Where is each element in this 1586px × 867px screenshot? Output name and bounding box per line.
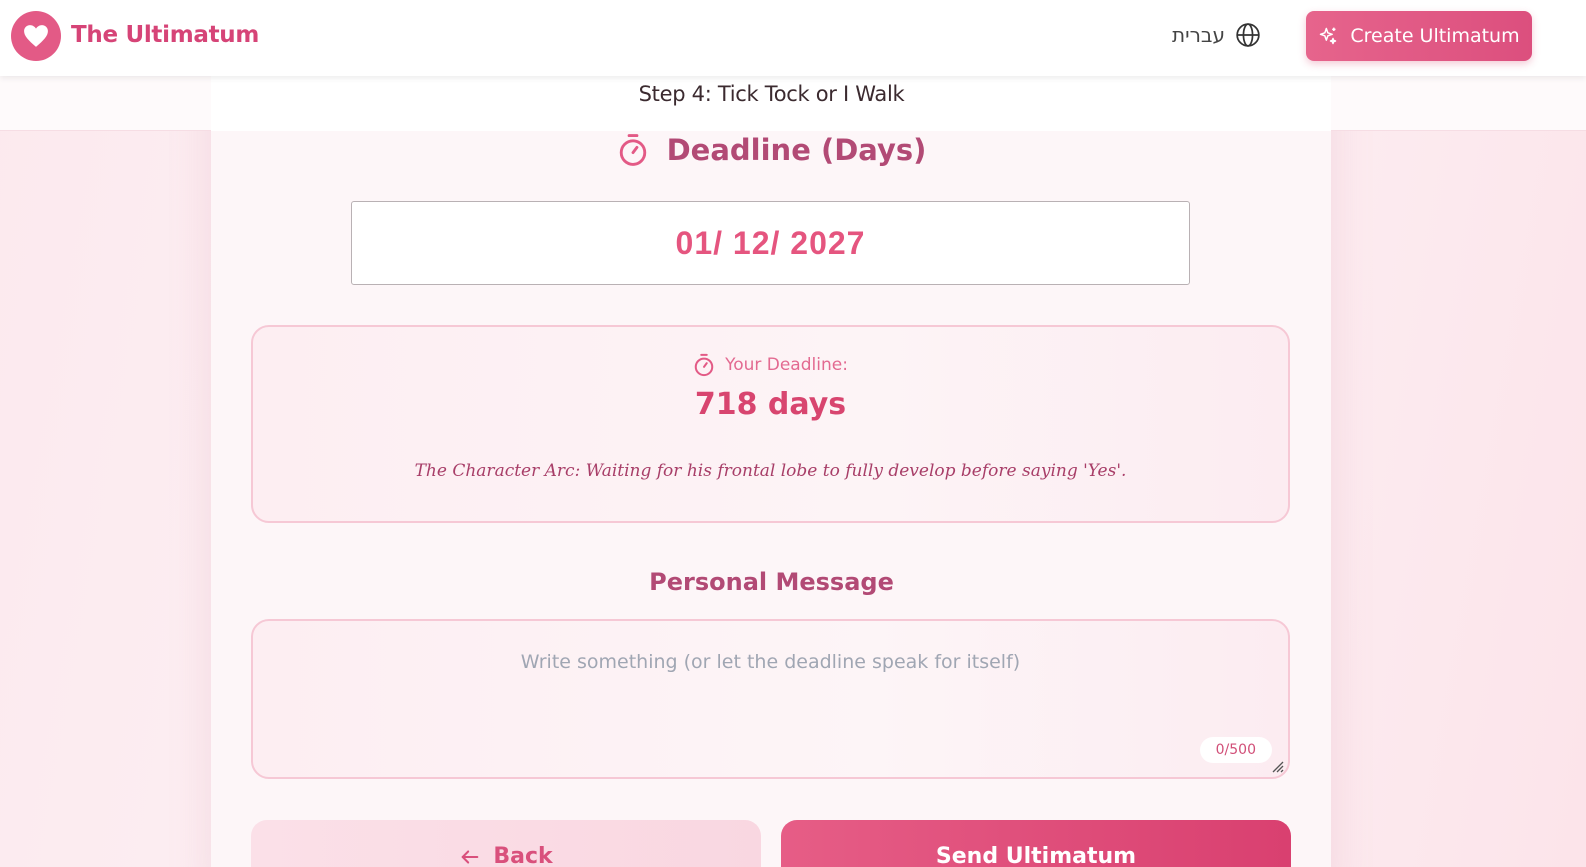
create-ultimatum-button[interactable]: Create Ultimatum (1306, 11, 1532, 61)
back-button-label: Back (493, 844, 553, 867)
timer-icon (694, 353, 714, 377)
deadline-days-value: 718 days (694, 387, 847, 422)
top-header: The Ultimatum עברית Create Ultimatum (0, 0, 1586, 76)
personal-message-box: 0/500 (251, 619, 1290, 779)
deadline-heading: Deadline (Days) (0, 133, 1543, 167)
language-label: עברית (1172, 23, 1225, 47)
resize-handle-icon[interactable] (1270, 759, 1284, 773)
your-deadline-label: Your Deadline: (725, 355, 848, 375)
create-button-label: Create Ultimatum (1350, 25, 1520, 47)
character-counter: 0/500 (1199, 737, 1272, 763)
arrow-left-icon (462, 850, 479, 864)
send-ultimatum-button[interactable]: Send Ultimatum (781, 820, 1291, 867)
language-switcher[interactable]: עברית (1172, 22, 1261, 48)
heart-icon[interactable] (11, 11, 61, 61)
deadline-date-input[interactable]: 01/ 12/ 2027 (351, 201, 1190, 285)
sparkles-icon (1320, 27, 1337, 45)
step-bar: Step 4: Tick Tock or I Walk (0, 76, 1586, 131)
timer-icon (619, 134, 646, 166)
step-title: Step 4: Tick Tock or I Walk (638, 82, 905, 106)
globe-icon (1236, 23, 1260, 47)
deadline-description: The Character Arc: Waiting for his front… (414, 461, 1127, 481)
deadline-summary: Your Deadline: 718 days The Character Ar… (251, 325, 1290, 523)
personal-message-input[interactable] (253, 621, 1288, 777)
send-button-label: Send Ultimatum (935, 844, 1137, 867)
page: The Ultimatum עברית Create Ultimatum Ste… (0, 0, 1586, 867)
your-deadline-row: Your Deadline: (253, 353, 1288, 377)
brand-name[interactable]: The Ultimatum (71, 22, 259, 48)
personal-message-heading: Personal Message (649, 568, 894, 596)
back-button[interactable]: Back (251, 820, 761, 867)
deadline-heading-label: Deadline (Days) (666, 133, 927, 167)
